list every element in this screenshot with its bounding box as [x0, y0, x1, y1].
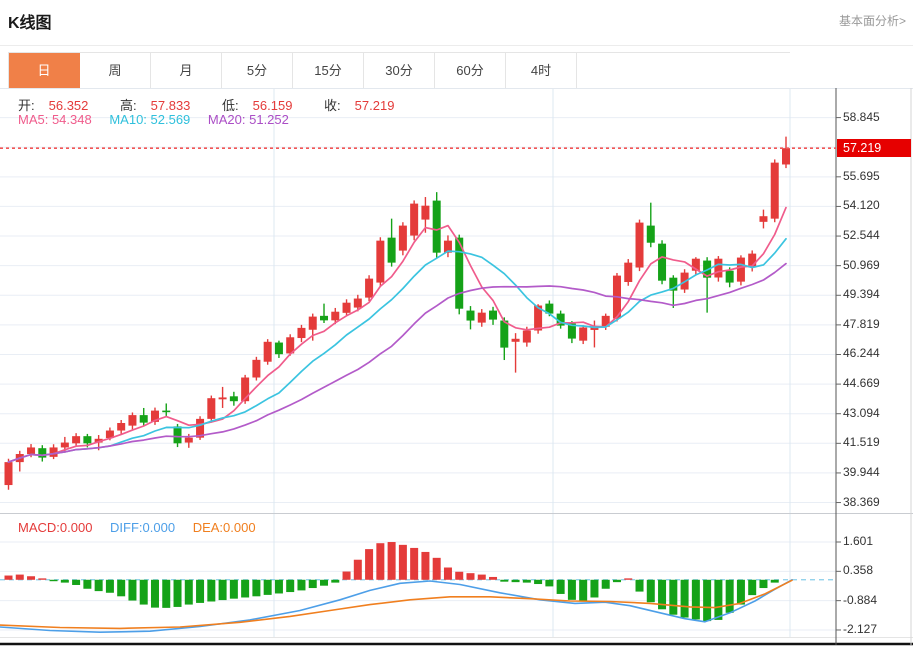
macd-histogram — [5, 542, 779, 621]
macd-axis-label: -0.884 — [843, 593, 907, 607]
ma10-legend: MA10: 52.569 — [109, 112, 190, 127]
tab-period-4[interactable]: 15分 — [293, 53, 364, 88]
price-axis-label: 52.544 — [843, 228, 907, 242]
period-tab-strip: 日周月5分15分30分60分4时 — [8, 52, 577, 88]
current-price-badge: 57.219 — [837, 139, 911, 157]
open-value: 开:56.352 — [18, 98, 102, 113]
price-axis-label: 39.944 — [843, 465, 907, 479]
ma5-legend: MA5: 54.348 — [18, 112, 92, 127]
tab-strip-border-extension — [576, 52, 790, 53]
tab-period-0[interactable]: 日 — [9, 53, 80, 88]
tab-period-5[interactable]: 30分 — [364, 53, 435, 88]
page-title: K线图 — [8, 9, 52, 33]
tab-period-3[interactable]: 5分 — [222, 53, 293, 88]
high-value: 高:57.833 — [120, 98, 204, 113]
price-axis-label: 49.394 — [843, 287, 907, 301]
tab-period-1[interactable]: 周 — [80, 53, 151, 88]
macd-axis-label: -2.127 — [843, 622, 907, 636]
ma20-legend: MA20: 51.252 — [208, 112, 289, 127]
price-axis-label: 46.244 — [843, 346, 907, 360]
price-axis-label: 41.519 — [843, 435, 907, 449]
candles-layer — [5, 137, 791, 490]
price-axis-label: 54.120 — [843, 198, 907, 212]
macd-legend: MACD:0.000 DIFF:0.000 DEA:0.000 — [18, 520, 270, 535]
dea-value: DEA:0.000 — [193, 520, 256, 535]
price-axis-label: 55.695 — [843, 169, 907, 183]
tab-period-2[interactable]: 月 — [151, 53, 222, 88]
close-value: 收:57.219 — [324, 98, 408, 113]
axis-ticks — [836, 118, 841, 630]
price-axis-label: 43.094 — [843, 406, 907, 420]
fundamental-analysis-link[interactable]: 基本面分析> — [839, 12, 906, 29]
macd-axis-label: 1.601 — [843, 534, 907, 548]
macd-value: MACD:0.000 — [18, 520, 92, 535]
low-value: 低:56.159 — [222, 98, 306, 113]
tab-period-6[interactable]: 60分 — [435, 53, 506, 88]
kline-page: K线图 基本面分析> 日周月5分15分30分60分4时 开:56.352 高:5… — [0, 0, 913, 649]
price-axis-label: 50.969 — [843, 258, 907, 272]
tab-period-7[interactable]: 4时 — [506, 53, 577, 88]
title-divider — [0, 45, 913, 46]
price-axis-label: 38.369 — [843, 495, 907, 509]
macd-axis-label: 0.358 — [843, 563, 907, 577]
price-axis-label: 58.845 — [843, 110, 907, 124]
diff-value: DIFF:0.000 — [110, 520, 175, 535]
ma-legend: MA5: 54.348 MA10: 52.569 MA20: 51.252 — [18, 112, 303, 127]
price-axis-label: 47.819 — [843, 317, 907, 331]
price-axis-label: 44.669 — [843, 376, 907, 390]
